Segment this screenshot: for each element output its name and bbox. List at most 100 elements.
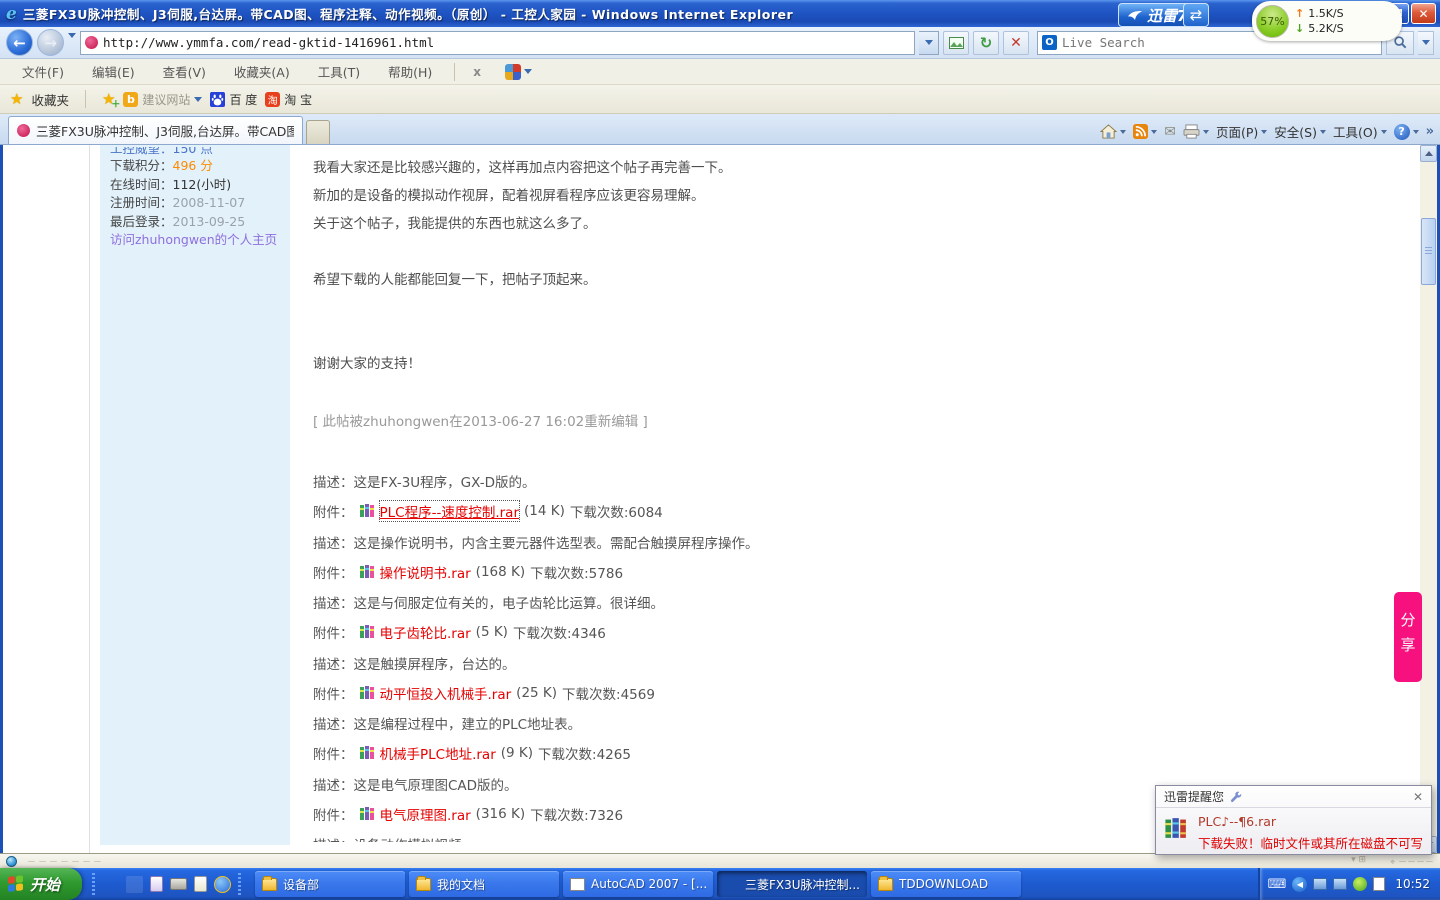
compatibility-view-button[interactable] xyxy=(943,31,969,55)
refresh-button[interactable]: ↻ xyxy=(973,31,999,55)
print-button[interactable] xyxy=(1183,124,1209,139)
scroll-up-button[interactable] xyxy=(1420,145,1437,162)
quick-launch-icon[interactable] xyxy=(102,876,119,893)
menu-close-icon[interactable]: x xyxy=(463,65,491,79)
close-button[interactable]: ✕ xyxy=(1411,3,1436,24)
menu-item[interactable]: 查看(V) xyxy=(149,62,220,81)
menu-item[interactable]: 文件(F) xyxy=(8,62,78,81)
task-button[interactable]: 三菱FX3U脉冲控制... xyxy=(717,871,867,897)
task-button-label: 我的文档 xyxy=(437,876,485,893)
attachment-link[interactable]: PLC程序--速度控制.rar xyxy=(380,501,520,521)
chevron-down-icon xyxy=(194,97,202,102)
window-titlebar: e 三菱FX3U脉冲控制、J3伺服,台达屏。带CAD图、程序注释、动作视频。（原… xyxy=(0,0,1440,27)
add-favorite-button[interactable]: ★＋ xyxy=(102,90,115,108)
page-menu-button[interactable]: 页面(P) xyxy=(1216,122,1267,141)
task-button[interactable]: AutoCAD 2007 - [... xyxy=(563,871,713,897)
keyboard-layout-icon[interactable]: ⌨ xyxy=(1268,877,1287,892)
drag-handle[interactable] xyxy=(92,873,95,895)
search-options-dropdown[interactable] xyxy=(1418,31,1434,55)
menu-item[interactable]: 编辑(E) xyxy=(78,62,149,81)
attachment-link[interactable]: 机械手PLC地址.rar xyxy=(380,743,496,763)
menu-item[interactable]: 工具(T) xyxy=(304,62,374,81)
page-menu-label: 页面(P) xyxy=(1216,122,1258,141)
stop-button[interactable]: ✕ xyxy=(1003,31,1029,55)
favorites-button[interactable]: 收藏夹 xyxy=(31,90,69,109)
download-arrow-icon: ↓ xyxy=(1295,22,1304,35)
home-button[interactable] xyxy=(1100,124,1126,139)
attachment-link[interactable]: 操作说明书.rar xyxy=(380,562,471,582)
feeds-button[interactable] xyxy=(1133,124,1157,139)
menu-items: 文件(F)编辑(E)查看(V)收藏夹(A)工具(T)帮助(H) xyxy=(8,62,446,81)
task-button[interactable]: 我的文档 xyxy=(409,871,559,897)
task-button-icon xyxy=(570,878,585,891)
quick-launch-icon[interactable] xyxy=(126,876,143,893)
forward-button[interactable]: → xyxy=(37,29,64,56)
xunlei-bird-icon xyxy=(1127,10,1143,21)
url-input[interactable] xyxy=(103,35,910,50)
recent-pages-dropdown[interactable] xyxy=(68,38,76,48)
url-history-dropdown[interactable] xyxy=(919,31,939,55)
notes-icon[interactable] xyxy=(1373,877,1385,891)
xunlei-tray-icon[interactable]: ◀ xyxy=(1292,877,1307,892)
attachment-size: (168 K) xyxy=(476,564,525,580)
task-button[interactable]: 设备部 xyxy=(255,871,405,897)
share-button[interactable]: 分享 xyxy=(1394,592,1422,682)
quick-launch-icon[interactable] xyxy=(214,876,231,893)
snagit-toolbar-button[interactable] xyxy=(505,64,532,80)
user-stat-row: 最后登录：2013-09-25 xyxy=(110,213,280,232)
task-button[interactable]: TDDOWNLOAD xyxy=(871,871,1021,897)
network-icon[interactable] xyxy=(1313,878,1327,890)
attachment-description: 描述：这是与伺服定位有关的，电子齿轮比运算。很详细。 xyxy=(313,590,1385,618)
tools-menu-button[interactable]: 工具(O) xyxy=(1333,122,1387,141)
drag-handle[interactable] xyxy=(238,873,241,895)
quick-launch-icon[interactable] xyxy=(150,876,163,892)
task-button-label: 设备部 xyxy=(283,876,319,893)
internet-zone-icon xyxy=(6,856,17,867)
clipped-stat-row: 工控威望：150 点 xyxy=(110,147,280,157)
taskbar-clock[interactable]: 10:52 xyxy=(1395,877,1430,891)
system-tray: ⌨ ◀ 10:52 xyxy=(1258,868,1440,900)
antivirus-icon[interactable] xyxy=(1353,877,1367,891)
attachment-group: 描述：这是编程过程中，建立的PLC地址表。 附件： 机械手PLC地址.rar (… xyxy=(313,711,1385,767)
taobao-label: 淘 宝 xyxy=(284,91,312,108)
read-mail-button[interactable]: ✉ xyxy=(1164,124,1176,140)
back-button[interactable]: ← xyxy=(6,29,33,56)
tab-active[interactable]: 三菱FX3U脉冲控制、J3伺服,台达屏。带CAD图... xyxy=(8,116,303,144)
start-button[interactable]: 开始 xyxy=(0,868,82,900)
chevron-down-icon xyxy=(1151,130,1157,134)
attachment-link[interactable]: 电子齿轮比.rar xyxy=(380,622,471,642)
task-button-icon xyxy=(262,878,277,891)
chevron-down-icon xyxy=(1261,130,1267,134)
quick-launch-icon[interactable] xyxy=(194,876,207,892)
suggested-sites-button[interactable]: b 建议网站 xyxy=(123,91,202,108)
scrollbar-thumb[interactable] xyxy=(1421,218,1436,285)
stat-value: 2008-11-07 xyxy=(173,195,246,210)
attachment-link[interactable]: 动平恒投入机械手.rar xyxy=(380,683,512,703)
vertical-scrollbar[interactable] xyxy=(1420,145,1437,853)
taobao-favorite[interactable]: 淘 淘 宝 xyxy=(265,91,312,108)
quick-launch-icon[interactable] xyxy=(170,878,187,890)
share-label: 分享 xyxy=(1398,612,1419,662)
menu-item[interactable]: 收藏夹(A) xyxy=(220,62,304,81)
new-tab-button[interactable] xyxy=(306,120,330,144)
tools-menu-label: 工具(O) xyxy=(1333,122,1378,141)
safety-menu-button[interactable]: 安全(S) xyxy=(1274,122,1326,141)
menu-item[interactable]: 帮助(H) xyxy=(374,62,446,81)
help-button[interactable]: ? xyxy=(1394,124,1419,140)
profile-link[interactable]: 访问zhuhongwen的个人主页 xyxy=(110,231,280,250)
task-button-label: AutoCAD 2007 - [... xyxy=(591,877,706,891)
xunlei-speed-widget[interactable]: 57% ↑1.5K/S ↓5.2K/S xyxy=(1252,1,1402,41)
attachment-size: (316 K) xyxy=(476,806,525,822)
wrench-icon xyxy=(1229,790,1242,803)
window-title: 三菱FX3U脉冲控制、J3伺服,台达屏。带CAD图、程序注释、动作视频。（原创）… xyxy=(23,4,793,23)
display-icon[interactable] xyxy=(1333,878,1347,890)
failed-file-name[interactable]: PLC♪--¶6.rar xyxy=(1198,814,1423,829)
chevron-down-icon xyxy=(68,33,76,48)
home-icon xyxy=(1100,124,1117,139)
baidu-favorite[interactable]: 百 度 xyxy=(210,91,257,108)
chevron-down-icon xyxy=(1422,40,1430,45)
toolbar-overflow-button[interactable]: » xyxy=(1426,124,1434,139)
attachment-link[interactable]: 电气原理图.rar xyxy=(380,804,471,824)
xunlei-swap-button[interactable]: ⇄ xyxy=(1183,3,1209,27)
popup-close-icon[interactable]: ✕ xyxy=(1413,790,1423,804)
